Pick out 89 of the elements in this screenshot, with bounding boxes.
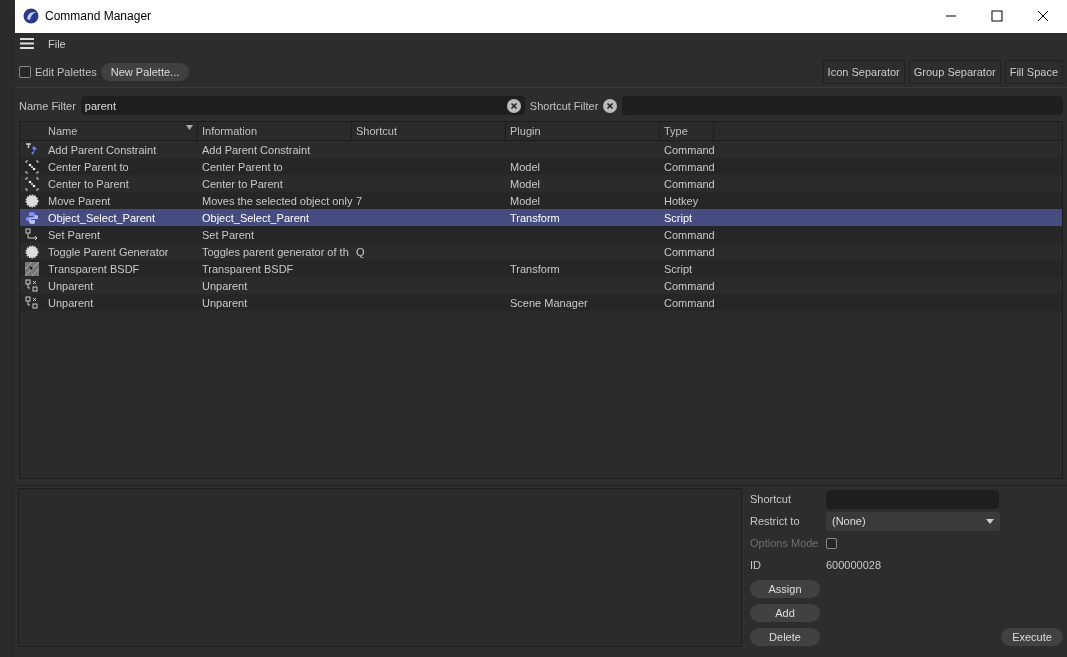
table-cell-text: Script <box>663 262 694 275</box>
python-icon <box>25 210 39 225</box>
table-cell-text: Center Parent to <box>201 160 284 173</box>
gear-icon <box>25 193 39 208</box>
table-cell-text: Command <box>663 143 716 156</box>
table-cell-text: Add Parent Constraint <box>201 143 312 156</box>
table-cell-text: Script <box>663 211 694 224</box>
table-cell-text: Unparent <box>47 296 95 309</box>
window-title: Command Manager <box>45 9 153 24</box>
new-palette-button[interactable]: New Palette... <box>100 63 190 82</box>
table-cell-text: Set Parent <box>47 228 101 241</box>
table-cell-text: Moves the selected object only <box>201 194 352 207</box>
clear-icon[interactable] <box>506 98 521 113</box>
checkbox-label: Edit Palettes <box>35 66 97 79</box>
table-cell-text: Command <box>663 296 716 309</box>
checkbox[interactable] <box>19 66 31 79</box>
table-row[interactable]: Center Parent to Center Parent to Model Command <box>20 158 1062 176</box>
close-icon[interactable] <box>1037 10 1049 23</box>
table-cell-text: Command <box>663 228 716 241</box>
pin-icon <box>25 142 39 157</box>
table-cell-text: Unparent <box>201 279 249 292</box>
arrow-icon <box>25 227 39 242</box>
shortcut-filter-label: Shortcut Filter <box>529 99 599 112</box>
restrict-label: Restrict to <box>750 515 801 528</box>
table-row[interactable]: Transparent BSDF Transparent BSDF Transform Script <box>20 260 1062 278</box>
table-cell-text: Transform <box>509 211 561 224</box>
execute-button[interactable]: Execute <box>1001 628 1063 646</box>
dropdown-caret-icon <box>986 519 994 524</box>
table-row[interactable]: Object_Select_Parent Object_Select_Parent Transform Script <box>20 209 1062 227</box>
column-header[interactable]: Type <box>660 122 714 141</box>
table-cell-text: Toggle Parent Generator <box>47 245 170 258</box>
table-row[interactable]: Unparent Unparent Scene Manager Command <box>20 294 1062 312</box>
nodes-icon <box>25 278 39 293</box>
menu-icon[interactable] <box>20 38 34 49</box>
table-cell-text: Center Parent to <box>47 160 130 173</box>
id-label: ID <box>750 559 762 572</box>
options-mode-checkbox[interactable] <box>826 538 837 549</box>
table-cell-text: Hotkey <box>663 194 700 207</box>
sort-descending-icon <box>186 125 193 131</box>
table-cell-text: Command <box>663 279 716 292</box>
dotted-square-icon <box>25 176 39 191</box>
table-cell-text: Add Parent Constraint <box>47 143 158 156</box>
texture-icon <box>25 261 39 276</box>
table-cell-text: Transform <box>509 262 561 275</box>
column-header[interactable]: Plugin <box>506 122 660 141</box>
name-filter-field[interactable]: parent <box>80 96 525 116</box>
table-cell-text: Command <box>663 160 716 173</box>
table-cell-text: Transparent BSDF <box>47 262 141 275</box>
table-cell-text: Transparent BSDF <box>201 262 295 275</box>
separator-button[interactable]: Icon Separator <box>822 60 905 85</box>
name-filter-label: Name Filter <box>19 99 76 112</box>
restrict-dropdown[interactable]: (None) <box>826 512 1000 531</box>
table-row[interactable]: Move Parent Moves the selected object only 7 Model Hotkey <box>20 192 1062 210</box>
table-cell-text: Model <box>509 160 541 173</box>
action-button[interactable]: Delete <box>750 628 820 646</box>
table-cell-text: Command <box>663 245 716 258</box>
action-button[interactable]: Assign <box>750 580 820 598</box>
table-cell-text: Set Parent <box>201 228 255 241</box>
table-cell-text: 7 <box>355 194 364 207</box>
separator-button[interactable]: Group Separator <box>908 60 1001 85</box>
column-header[interactable]: Information <box>198 122 352 141</box>
table-cell-text: Command <box>663 177 716 190</box>
table-cell-text: Center to Parent <box>47 177 130 190</box>
table-cell-text: Unparent <box>47 279 95 292</box>
table-cell-text: Unparent <box>201 296 249 309</box>
nodes-icon <box>25 295 39 310</box>
table-cell-text: Model <box>509 194 541 207</box>
maximize-icon[interactable] <box>991 10 1003 23</box>
clear-icon[interactable] <box>603 98 618 113</box>
table-cell-text: Object_Select_Parent <box>47 211 156 224</box>
dotted-square-icon <box>25 159 39 174</box>
id-value: 600000028 <box>826 559 882 572</box>
menu-item[interactable]: File <box>48 37 66 50</box>
gear-icon <box>25 244 39 259</box>
table-cell-text: Model <box>509 177 541 190</box>
table-cell-text: Move Parent <box>47 194 112 207</box>
separator-button[interactable]: Fill Space <box>1004 60 1063 85</box>
table-cell-text: Q <box>355 245 366 258</box>
app-logo-icon <box>23 8 39 25</box>
table-cell-text: Center to Parent <box>201 177 284 190</box>
column-header[interactable]: Shortcut <box>352 122 506 141</box>
table-row[interactable]: Set Parent Set Parent Command <box>20 226 1062 244</box>
options-mode-label: Options Mode <box>750 537 820 550</box>
table-cell-text: Scene Manager <box>509 296 589 309</box>
action-button[interactable]: Add <box>750 604 820 622</box>
shortcut-label: Shortcut <box>750 493 792 506</box>
column-header[interactable]: Name <box>44 122 198 141</box>
table-cell-text: Toggles parent generator of th <box>201 245 350 258</box>
table-cell-text: Object_Select_Parent <box>201 211 310 224</box>
